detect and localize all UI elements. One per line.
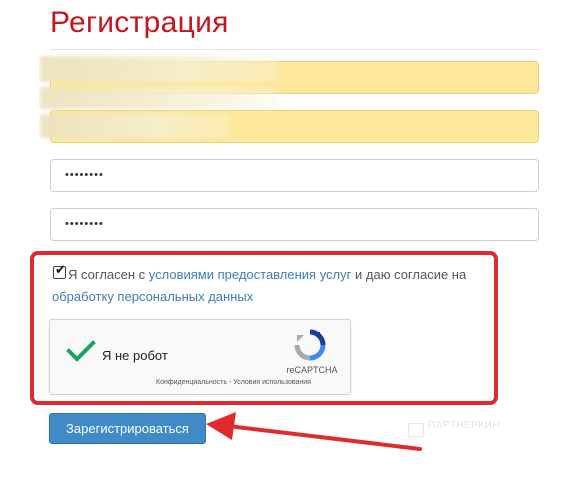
annotation-arrow: [206, 412, 422, 451]
